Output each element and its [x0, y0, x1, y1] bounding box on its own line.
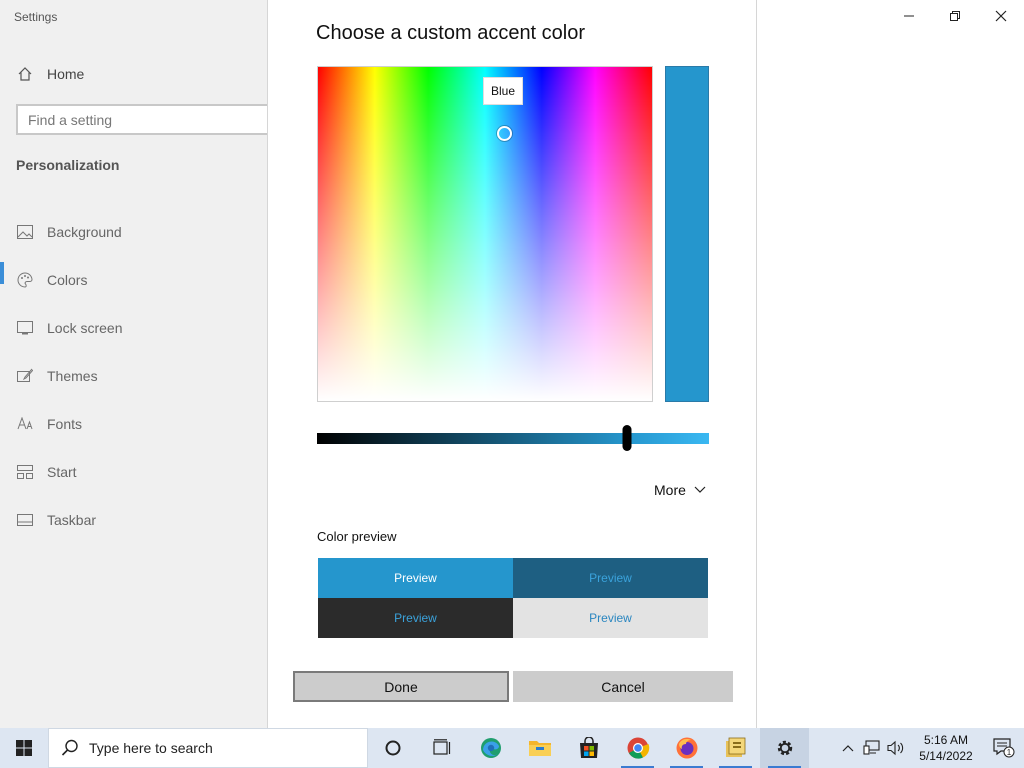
restore-button[interactable]: [932, 0, 978, 32]
section-title: Personalization: [16, 157, 120, 173]
personalization-nav: Background Colors Lock screen Themes Fon…: [0, 208, 268, 544]
windows-logo-icon: [16, 740, 32, 756]
sidebar-item-fonts[interactable]: Fonts: [0, 400, 268, 448]
archive-icon: [725, 737, 745, 757]
chrome-button[interactable]: [613, 728, 662, 768]
cortana-button[interactable]: [368, 728, 417, 768]
sidebar-item-label: Colors: [47, 272, 88, 288]
archive-app-button[interactable]: [711, 728, 760, 768]
restore-icon: [950, 11, 960, 21]
chevron-down-icon: [694, 483, 706, 497]
taskbar: Type here to search 5:16 AM 5/14/2022 1: [0, 728, 1024, 768]
sidebar-item-label: Themes: [47, 368, 98, 384]
sidebar-item-label: Background: [47, 224, 122, 240]
image-icon: [16, 223, 34, 241]
notification-count: 1: [1007, 748, 1012, 757]
chevron-up-icon: [842, 745, 854, 752]
brightness-slider[interactable]: [317, 425, 709, 451]
sidebar-item-themes[interactable]: Themes: [0, 352, 268, 400]
close-icon: [995, 10, 1007, 22]
close-button[interactable]: [978, 0, 1024, 32]
sidebar-item-label: Taskbar: [47, 512, 97, 528]
color-name-tooltip: Blue: [483, 77, 523, 105]
more-button[interactable]: More: [654, 482, 706, 498]
task-view-icon: [432, 739, 450, 755]
show-hidden-icons-button[interactable]: [836, 728, 860, 768]
system-tray: 5:16 AM 5/14/2022 1: [836, 728, 1024, 768]
clock-date: 5/14/2022: [919, 749, 973, 763]
find-setting-box[interactable]: [16, 104, 286, 135]
start-layout-icon: [16, 463, 34, 481]
lock-screen-icon: [16, 319, 34, 337]
cortana-icon: [385, 740, 400, 756]
volume-button[interactable]: [884, 728, 908, 768]
sidebar-item-home[interactable]: Home: [16, 62, 84, 86]
minimize-icon: [904, 15, 914, 17]
file-explorer-button[interactable]: [515, 728, 564, 768]
taskbar-search-box[interactable]: Type here to search: [48, 728, 368, 768]
firefox-icon: [676, 737, 697, 759]
minimize-button[interactable]: [886, 0, 932, 32]
color-spectrum[interactable]: Blue: [317, 66, 653, 402]
folder-icon: [528, 741, 551, 756]
selected-color-swatch: [665, 66, 709, 402]
preview-tile: Preview: [318, 558, 513, 598]
dialog-title: Choose a custom accent color: [316, 22, 586, 44]
color-picker-handle[interactable]: [497, 126, 512, 141]
sidebar-item-lock-screen[interactable]: Lock screen: [0, 304, 268, 352]
sidebar-item-label: Start: [47, 464, 77, 480]
volume-icon: [887, 740, 904, 756]
sidebar-item-colors[interactable]: Colors: [0, 256, 268, 304]
settings-button[interactable]: [760, 728, 809, 768]
action-center-button[interactable]: 1: [984, 728, 1024, 768]
network-icon: [863, 740, 880, 755]
fonts-icon: [16, 415, 34, 433]
brush-icon: [16, 367, 34, 385]
app-title: Settings: [14, 10, 58, 24]
sidebar-item-label: Lock screen: [47, 320, 123, 336]
edge-icon: [480, 738, 501, 758]
preview-tile: Preview: [513, 558, 708, 598]
preview-tile: Preview: [318, 598, 513, 638]
preview-tile: Preview: [513, 598, 708, 638]
sidebar-item-start[interactable]: Start: [0, 448, 268, 496]
color-preview-label: Color preview: [317, 529, 397, 544]
search-icon: [61, 739, 81, 757]
sidebar-item-taskbar[interactable]: Taskbar: [0, 496, 268, 544]
window-controls: [886, 0, 1024, 32]
cancel-button[interactable]: Cancel: [513, 671, 733, 702]
taskbar-search-text: Type here to search: [89, 740, 213, 756]
home-label: Home: [47, 66, 85, 82]
network-button[interactable]: [860, 728, 884, 768]
more-label: More: [654, 482, 686, 498]
task-view-button[interactable]: [417, 728, 466, 768]
sidebar-item-label: Fonts: [47, 416, 83, 432]
find-setting-input[interactable]: [28, 111, 284, 128]
brightness-slider-thumb[interactable]: [622, 425, 632, 451]
start-button[interactable]: [0, 728, 48, 768]
edge-button[interactable]: [466, 728, 515, 768]
taskbar-clock[interactable]: 5:16 AM 5/14/2022: [908, 732, 984, 764]
done-button[interactable]: Done: [293, 671, 509, 702]
settings-sidebar: Settings Home Personalization Background: [0, 0, 286, 728]
color-preview-grid: Preview Preview Preview Preview: [318, 558, 708, 638]
chrome-icon: [627, 737, 649, 759]
store-icon: [579, 737, 598, 758]
palette-icon: [16, 271, 34, 289]
home-icon: [16, 65, 34, 83]
custom-color-dialog: Choose a custom accent color Blue More C…: [267, 0, 757, 728]
clock-time: 5:16 AM: [923, 733, 969, 747]
gear-icon: [777, 740, 792, 756]
notification-icon: 1: [993, 738, 1015, 758]
taskbar-apps: [368, 728, 809, 768]
firefox-button[interactable]: [662, 728, 711, 768]
taskbar-icon: [16, 511, 34, 529]
sidebar-item-background[interactable]: Background: [0, 208, 268, 256]
store-button[interactable]: [564, 728, 613, 768]
